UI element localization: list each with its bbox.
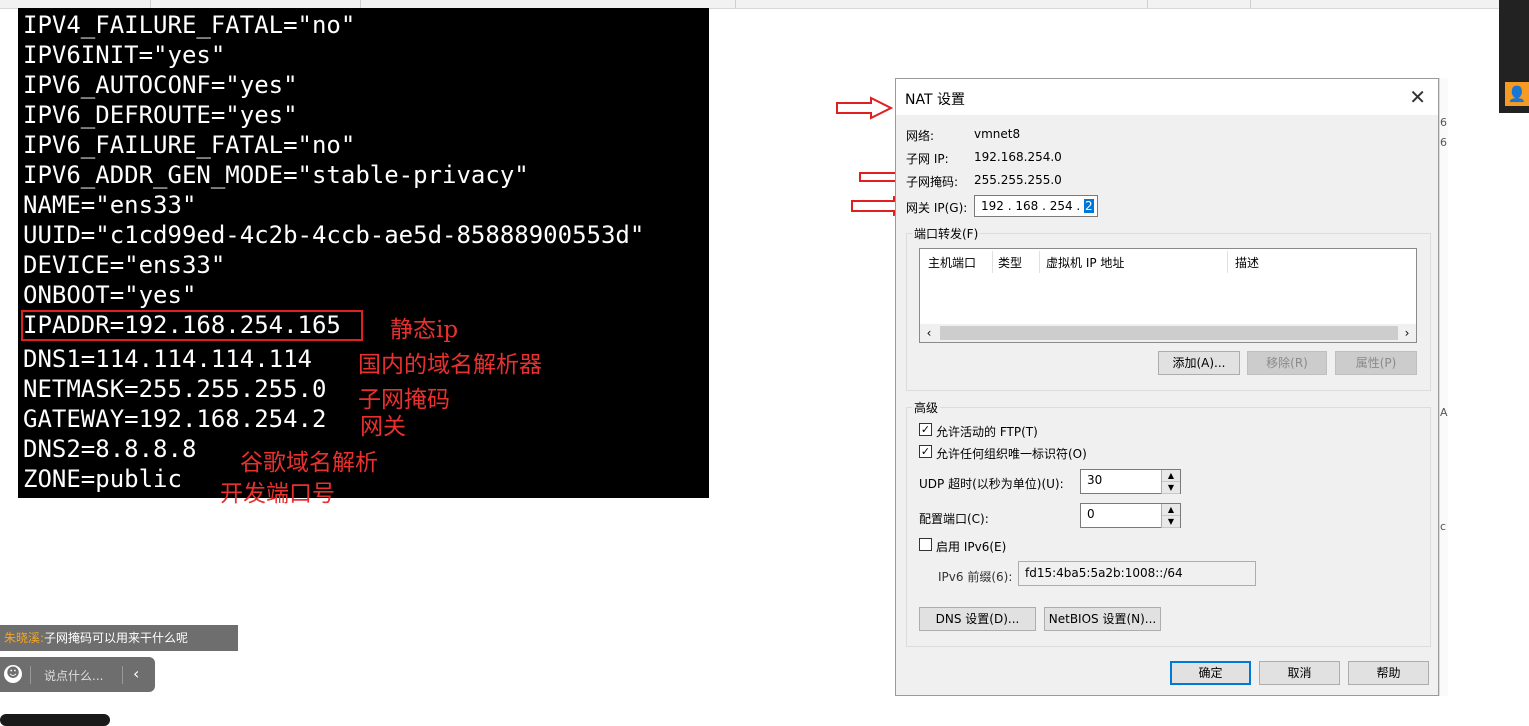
background-fragment: A [1440,406,1448,419]
bottom-pill [0,714,110,726]
chat-username: 朱晓溪: [4,631,45,645]
collapse-chevron-icon[interactable]: ‹ [133,664,139,683]
gateway-ip-prefix: 192 . 168 . 254 . [981,199,1085,213]
config-port-label: 配置端口(C): [919,512,989,526]
column-type[interactable]: 类型 [998,254,1022,271]
subnet-mask-value: 255.255.255.0 [974,173,1062,187]
annotation-zone: 开发端口号 [220,481,335,507]
port-forwarding-list[interactable]: 主机端口 类型 虚拟机 IP 地址 描述 ‹ › [919,248,1417,343]
scroll-right-icon[interactable]: › [1398,324,1416,342]
chat-text: 子网掩码可以用来干什么呢 [44,631,189,645]
allow-ftp-checkbox[interactable]: ✓ [919,423,932,436]
allow-oui-label[interactable]: 允许任何组织唯一标识符(O) [936,445,1087,462]
background-fragment: 6 [1440,116,1447,129]
port-forwarding-title: 端口转发(F) [912,225,981,242]
background-fragment: 6 [1440,136,1447,149]
column-host-port[interactable]: 主机端口 [928,254,976,271]
chat-message: 朱晓溪:子网掩码可以用来干什么呢 [0,625,238,651]
chat-input-bar[interactable]: ☻ 说点什么... ‹ [0,657,155,692]
udp-timeout-input[interactable]: 30 ▲ ▼ [1080,469,1181,494]
config-port-value: 0 [1087,507,1095,521]
config-line: GATEWAY=192.168.254.2 [23,405,327,433]
red-arrow-icon [836,96,893,120]
column-separator [1039,251,1040,273]
config-line: IPV6_DEFROUTE="yes" [23,101,298,129]
ipaddr-highlight-box [21,310,363,341]
ok-button[interactable]: 确定 [1170,661,1251,685]
scrollbar-thumb[interactable] [940,326,1398,340]
config-line: NAME="ens33" [23,191,197,219]
config-line: IPV6_ADDR_GEN_MODE="stable-privacy" [23,161,529,189]
dialog-titlebar: NAT 设置 ✕ [896,79,1438,115]
config-line: IPV6_AUTOCONF="yes" [23,71,298,99]
add-button[interactable]: 添加(A)... [1158,351,1240,375]
subnet-ip-value: 192.168.254.0 [974,150,1062,164]
udp-timeout-value: 30 [1087,473,1103,487]
config-line: NETMASK=255.255.255.0 [23,375,327,403]
allow-oui-checkbox[interactable]: ✓ [919,445,932,458]
annotation-gateway: 网关 [360,414,406,440]
enable-ipv6-checkbox[interactable] [919,538,932,551]
nat-settings-dialog: NAT 设置 ✕ 网络: vmnet8 子网 IP: 192.168.254.0… [895,78,1439,696]
emoji-icon[interactable]: ☻ [4,665,22,683]
config-line: IPV6_FAILURE_FATAL="no" [23,131,356,159]
subnet-mask-label: 子网掩码: [906,175,959,189]
column-separator [992,251,993,273]
config-line: DEVICE="ens33" [23,251,226,279]
remove-button[interactable]: 移除(R) [1247,351,1327,375]
properties-button[interactable]: 属性(P) [1335,351,1417,375]
user-icon[interactable]: 👤 [1505,82,1529,106]
help-button[interactable]: 帮助 [1348,661,1429,685]
background-fragment: c [1440,520,1447,533]
gateway-ip-field[interactable]: 192 . 168 . 254 . 2 [974,195,1098,217]
cancel-button[interactable]: 取消 [1259,661,1340,685]
background-window-edge [1439,78,1448,696]
enable-ipv6-label[interactable]: 启用 IPv6(E) [936,538,1006,555]
udp-timeout-spinner[interactable]: ▲ ▼ [1161,470,1180,494]
config-line: UUID="c1cd99ed-4c2b-4ccb-ae5d-8588890055… [23,221,645,249]
config-line: DNS2=8.8.8.8 [23,435,197,463]
close-icon[interactable]: ✕ [1409,85,1426,109]
dialog-title: NAT 设置 [905,92,965,108]
ipv6-prefix-label: IPv6 前缀(6): [938,570,1013,584]
config-line: DNS1=114.114.114.114 [23,345,312,373]
config-line: ZONE=public [23,465,182,493]
gateway-label: 网关 IP(G): [906,201,968,215]
column-vm-ip[interactable]: 虚拟机 IP 地址 [1046,254,1124,271]
config-port-spinner[interactable]: ▲ ▼ [1161,504,1180,528]
subnet-ip-label: 子网 IP: [906,152,949,166]
annotation-static-ip: 静态ip [390,317,459,343]
udp-timeout-label: UDP 超时(以秒为单位)(U): [919,477,1064,491]
allow-ftp-label[interactable]: 允许活动的 FTP(T) [936,423,1038,440]
chat-input[interactable]: 说点什么... [44,667,103,684]
config-line: ONBOOT="yes" [23,281,197,309]
scroll-left-icon[interactable]: ‹ [920,324,938,342]
advanced-title: 高级 [912,399,941,416]
network-value: vmnet8 [974,127,1021,141]
horizontal-scrollbar[interactable]: ‹ › [920,324,1416,342]
config-line: IPV6INIT="yes" [23,41,226,69]
network-label: 网络: [906,129,935,143]
config-port-input[interactable]: 0 ▲ ▼ [1080,503,1181,528]
gateway-ip-last-octet[interactable]: 2 [1084,199,1094,213]
netbios-settings-button[interactable]: NetBIOS 设置(N)... [1044,607,1161,631]
ipv6-prefix-field[interactable]: fd15:4ba5:5a2b:1008::/64 [1018,561,1256,586]
dns-settings-button[interactable]: DNS 设置(D)... [919,607,1036,631]
annotation-dns2: 谷歌域名解析 [240,450,378,476]
column-separator [1227,251,1228,273]
config-line: IPV4_FAILURE_FATAL="no" [23,11,356,39]
annotation-dns1: 国内的域名解析器 [358,352,542,378]
column-description[interactable]: 描述 [1235,254,1259,271]
